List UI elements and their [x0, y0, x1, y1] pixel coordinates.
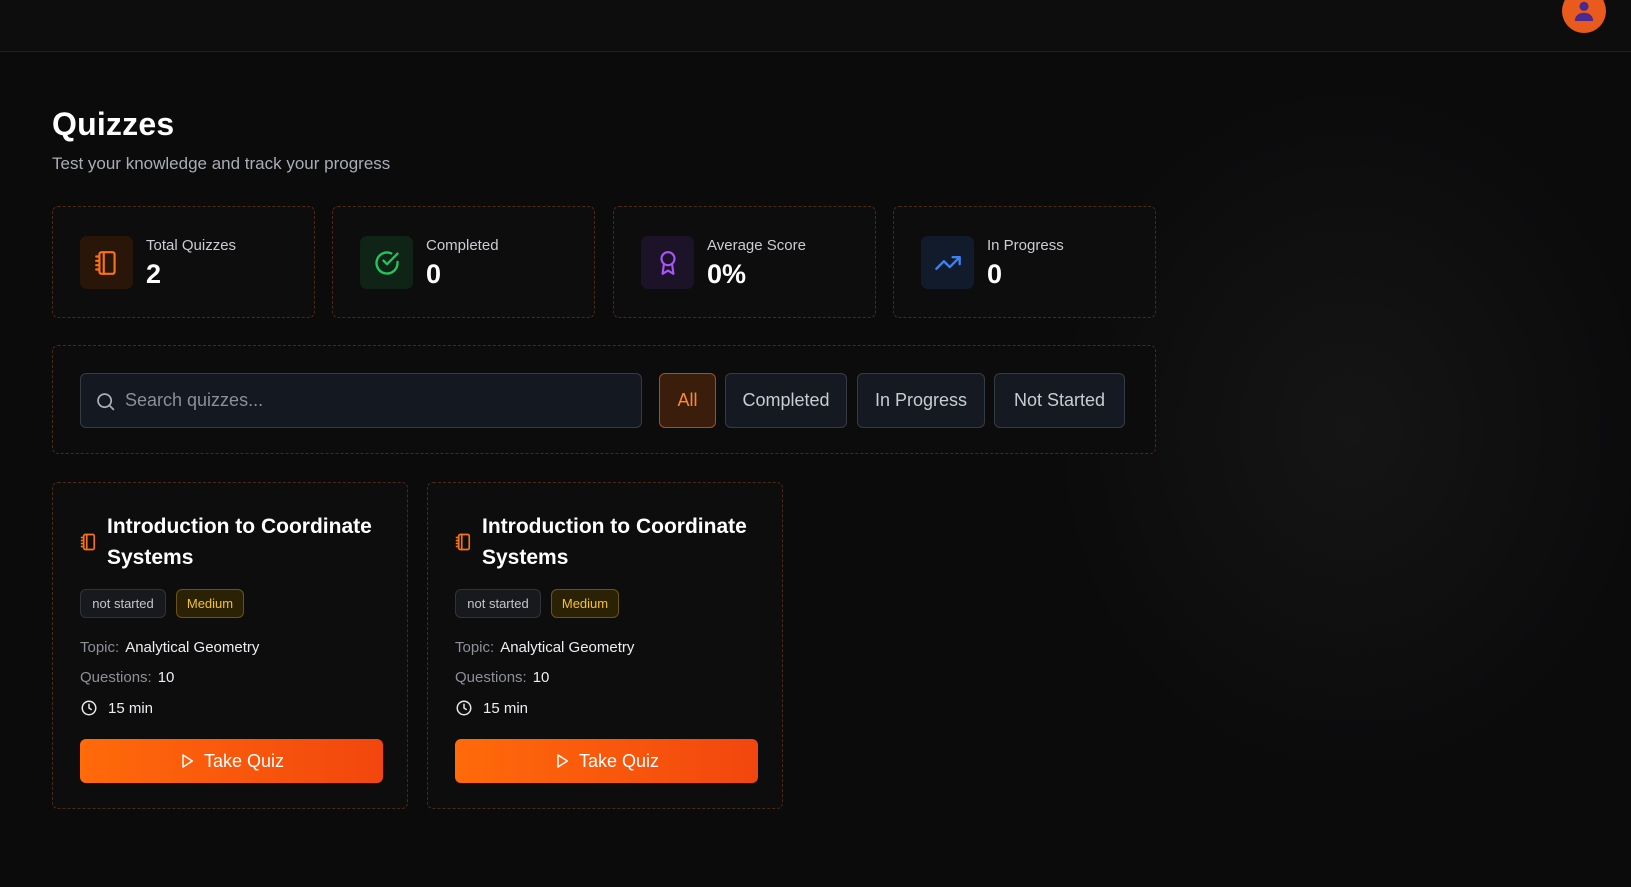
stat-card-completed: Completed 0	[332, 206, 595, 318]
clock-icon	[81, 700, 97, 716]
filter-not-started-button[interactable]: Not Started	[994, 373, 1125, 428]
quiz-questions: Questions: 10	[455, 669, 549, 686]
take-quiz-label: Take Quiz	[578, 750, 660, 771]
quiz-card: Introduction to Coordinate Systems not s…	[52, 482, 408, 809]
quiz-questions: Questions: 10	[80, 669, 174, 686]
quiz-card: Introduction to Coordinate Systems not s…	[427, 482, 783, 809]
search-icon	[97, 393, 115, 411]
questions-value: 10	[157, 669, 175, 686]
search-input[interactable]	[125, 374, 625, 427]
stat-label: Completed	[426, 237, 499, 254]
questions-value: 10	[532, 669, 550, 686]
quiz-topic: Topic: Analytical Geometry	[455, 639, 634, 656]
quiz-title: Introduction to Coordinate Systems	[107, 515, 372, 569]
take-quiz-label: Take Quiz	[203, 750, 285, 771]
difficulty-badge: Medium	[551, 589, 619, 618]
stat-value: 0%	[707, 259, 747, 289]
filter-completed-button[interactable]: Completed	[725, 373, 847, 428]
topic-value: Analytical Geometry	[125, 639, 260, 656]
filter-in-progress-button[interactable]: In Progress	[857, 373, 985, 428]
stat-label: Average Score	[707, 237, 806, 254]
stat-label: Total Quizzes	[146, 237, 237, 254]
notebook-icon	[80, 236, 133, 289]
quiz-title: Introduction to Coordinate Systems	[482, 515, 747, 569]
stats-row: Total Quizzes 2 Completed 0 Average Scor…	[52, 206, 1156, 318]
take-quiz-button[interactable]: Take Quiz	[80, 739, 383, 783]
topic-label: Topic:	[455, 639, 495, 656]
duration-value: 15 min	[483, 699, 529, 717]
stat-value: 0	[426, 259, 442, 289]
questions-label: Questions:	[455, 669, 527, 686]
main-content: Quizzes Test your knowledge and track yo…	[52, 104, 1156, 809]
stat-value: 2	[146, 259, 162, 289]
quiz-duration: 15 min	[455, 699, 528, 717]
page-title: Quizzes	[52, 106, 175, 142]
stat-card-in-progress: In Progress 0	[893, 206, 1156, 318]
quiz-topic: Topic: Analytical Geometry	[80, 639, 259, 656]
filter-all-button[interactable]: All	[659, 373, 716, 428]
search-box[interactable]	[80, 373, 642, 428]
status-badge: not started	[80, 589, 166, 618]
quiz-duration: 15 min	[80, 699, 153, 717]
user-avatar[interactable]	[1562, 0, 1606, 33]
take-quiz-button[interactable]: Take Quiz	[455, 739, 758, 783]
notebook-icon	[80, 533, 96, 551]
stat-value: 0	[987, 259, 1003, 289]
trending-up-icon	[921, 236, 974, 289]
questions-label: Questions:	[80, 669, 152, 686]
top-navbar	[0, 0, 1631, 52]
difficulty-badge: Medium	[176, 589, 244, 618]
status-badge: not started	[455, 589, 541, 618]
play-icon	[557, 754, 569, 768]
award-icon	[641, 236, 694, 289]
topic-label: Topic:	[80, 639, 120, 656]
clock-icon	[456, 700, 472, 716]
play-icon	[182, 754, 194, 768]
stat-label: In Progress	[987, 237, 1064, 254]
stat-card-average-score: Average Score 0%	[613, 206, 876, 318]
notebook-icon	[455, 533, 471, 551]
stat-card-total-quizzes: Total Quizzes 2	[52, 206, 315, 318]
topic-value: Analytical Geometry	[500, 639, 635, 656]
page-subtitle: Test your knowledge and track your progr…	[52, 154, 391, 173]
user-icon	[1574, 1, 1594, 21]
check-circle-icon	[360, 236, 413, 289]
duration-value: 15 min	[108, 699, 154, 717]
filter-panel: All Completed In Progress Not Started	[52, 345, 1156, 454]
